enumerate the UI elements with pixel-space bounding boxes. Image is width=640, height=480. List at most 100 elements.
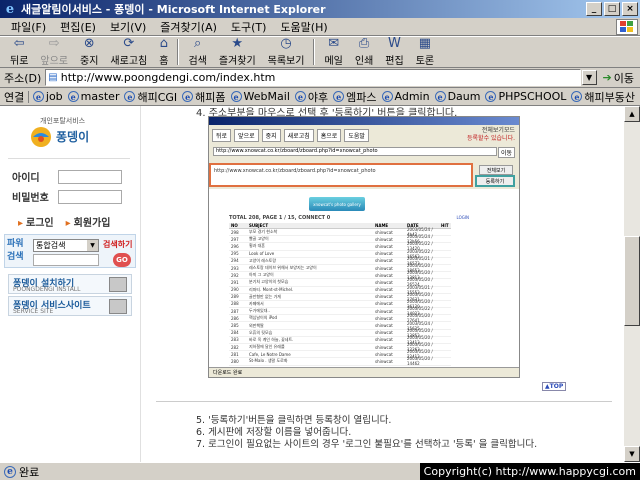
menu-tools[interactable]: 도구(T) — [224, 19, 274, 35]
history-button[interactable]: ◷ 목록보기 — [262, 36, 311, 68]
toolbar-separator — [177, 39, 180, 65]
window-title: 새글알림이서비스 - 퐁뎅이 - Microsoft Internet Expl… — [21, 3, 326, 16]
address-url: http://www.poongdengi.com/index.htm — [60, 71, 276, 84]
link-happyform[interactable]: e 해피폼 — [182, 89, 226, 105]
home-button[interactable]: ⌂ 홈 — [153, 36, 174, 68]
password-input[interactable] — [58, 189, 122, 204]
ie-page-icon: e — [32, 91, 44, 102]
page-viewport: 4. 주소부분을 마우스로 선택 후 '등록하기' 버튼을 클릭합니다. 개인포… — [0, 106, 624, 462]
minimize-button[interactable]: _ — [586, 2, 602, 16]
menu-file[interactable]: 파일(F) — [4, 19, 53, 35]
menu-favorites[interactable]: 즐겨찾기(A) — [153, 19, 224, 35]
link-happy-realestate[interactable]: e 해피부동산 — [571, 89, 635, 105]
join-button[interactable]: ▸ 회원가입 — [66, 214, 111, 229]
logo-text: 퐁뎅이 — [56, 130, 90, 144]
arrow-right-icon: ▸ — [18, 218, 24, 229]
table-row: 280 St-Malo . 생말 도로화 shinwcat 2003/05/20 / … — [229, 356, 451, 366]
menu-edit[interactable]: 편집(E) — [53, 19, 103, 35]
logo-mark-icon — [31, 127, 51, 147]
password-label: 비밀번호 — [12, 193, 49, 204]
back-button[interactable]: ⇦ 뒤로 — [4, 36, 34, 68]
back-arrow-icon: ⇦ — [13, 36, 25, 51]
windows-logo-icon — [616, 19, 638, 35]
forward-button[interactable]: ⇨ 앞으로 — [34, 36, 74, 68]
arrow-right-icon: ▸ — [65, 218, 71, 229]
menu-view[interactable]: 보기(V) — [103, 19, 153, 35]
address-bar: 주소(D) ▤ http://www.poongdengi.com/index.… — [0, 68, 640, 88]
favorites-button[interactable]: ★ 즐겨찾기 — [213, 37, 262, 68]
computer-icon — [109, 277, 127, 292]
left-panel: 개인포탈서비스 퐁뎅이 아이디 비밀번호 ▸ 로그인 ▸ 회원가입 파워검색 통합검… — [0, 106, 140, 462]
ie-page-icon: e — [230, 91, 242, 102]
search-button[interactable]: ⌕ 검색 — [182, 36, 212, 68]
scroll-up-button[interactable]: ▲ — [624, 106, 640, 122]
ie-page-icon: e — [4, 465, 16, 478]
link-daum[interactable]: e Daum — [434, 90, 480, 103]
history-icon: ◷ — [280, 36, 292, 51]
link-yahoo[interactable]: e 야후 — [294, 89, 328, 105]
ie-page-icon: e — [333, 91, 345, 102]
link-admin[interactable]: e Admin — [381, 90, 430, 103]
mail-button[interactable]: ✉ 메일 — [318, 36, 348, 68]
ie-page-icon: e — [381, 91, 393, 102]
id-input[interactable] — [58, 169, 122, 184]
home-icon: ⌂ — [159, 36, 168, 51]
standard-toolbar: ⇦ 뒤로 ⇨ 앞으로 ⊗ 중지 ⟳ 새로고침 ⌂ 홈 ⌕ 검색 ★ 즐겨찾기 ◷ 목록보기 ✉ 메… — [0, 36, 640, 68]
install-banner[interactable]: 퐁뎅이 설치하기 POONGDENGI INSTALL — [8, 274, 132, 294]
tutorial-screenshot: 뒤로 앞으로 중지 새로고침 홈으로 도움말 전체보기모드 등록할수 있습니다.… — [208, 116, 520, 378]
mail-icon: ✉ — [328, 36, 340, 51]
instruction-step-7: 7. 로그인이 필요없는 사이트의 경우 '로그인 불필요'를 선택하고 '등록… — [196, 439, 538, 450]
highlighted-address-area: http://www.xnowcat.co.kr/zboard/zboard.p… — [209, 163, 473, 187]
login-button[interactable]: ▸ 로그인 — [18, 214, 54, 229]
copyright-overlay: Copyright(c) http://www.happycgi.com — [419, 463, 640, 480]
print-button[interactable]: ⎙ 인쇄 — [349, 36, 379, 68]
power-search-input[interactable] — [33, 254, 99, 266]
search-icon: ⌕ — [194, 36, 202, 51]
maximize-button[interactable]: □ — [604, 2, 620, 16]
links-bar: 연결 e job e master e 해피CGI e 해피폼 e WebMail e 야후… — [0, 88, 640, 106]
search-help-link[interactable]: 검색하기 — [103, 239, 132, 250]
forward-arrow-icon: ⇨ — [48, 36, 60, 51]
go-button[interactable]: ➔ 이동 — [597, 70, 640, 86]
ie-page-icon: e — [182, 91, 194, 102]
ie-page-icon: e — [294, 91, 306, 102]
vertical-scrollbar[interactable]: ▲ ▼ — [624, 106, 640, 462]
scroll-down-button[interactable]: ▼ — [624, 446, 640, 462]
links-label: 연결 — [4, 90, 25, 104]
link-happycgi[interactable]: e 해피CGI — [124, 89, 177, 105]
page-icon: ▤ — [48, 72, 58, 83]
print-icon: ⎙ — [358, 36, 370, 51]
logo-tagline: 개인포탈서비스 — [40, 117, 86, 125]
search-go-button[interactable]: GO — [113, 253, 131, 267]
highlighted-register-button: 등록하기 — [475, 175, 515, 187]
menu-help[interactable]: 도움말(H) — [273, 19, 334, 35]
top-button[interactable]: ▲TOP — [542, 382, 567, 391]
toolbar-separator — [313, 39, 316, 65]
power-search-box: 파워검색 통합검색 ▼ 검색하기 GO — [4, 234, 136, 268]
refresh-button[interactable]: ⟳ 새로고침 — [104, 36, 153, 68]
address-input[interactable]: ▤ http://www.poongdengi.com/index.htm — [45, 69, 581, 86]
board-table: NO SUBJECT NAME DATE HIT 298 부모 경기 현소착 shi… — [229, 223, 451, 366]
ie-page-icon: e — [67, 91, 79, 102]
discuss-icon: ▦ — [418, 36, 432, 51]
scroll-thumb[interactable] — [624, 236, 640, 326]
discuss-button[interactable]: ▦ 토론 — [410, 36, 440, 68]
computer-icon — [109, 299, 127, 314]
search-scope-select[interactable]: 통합검색 ▼ — [33, 239, 99, 252]
go-arrow-icon: ➔ — [602, 71, 612, 84]
link-job[interactable]: e job — [32, 90, 63, 103]
stop-button[interactable]: ⊗ 중지 — [74, 37, 104, 68]
address-dropdown-button[interactable]: ▼ — [581, 70, 597, 85]
link-webmail[interactable]: e WebMail — [230, 90, 290, 103]
link-empas[interactable]: e 엠파스 — [333, 89, 377, 105]
close-button[interactable]: × — [622, 2, 638, 16]
link-master[interactable]: e master — [67, 90, 119, 103]
service-site-banner[interactable]: 퐁뎅이 서비스사이트 SERVICE SITE — [8, 296, 132, 316]
ie-icon: e — [5, 1, 15, 17]
word-icon: W — [388, 36, 401, 51]
id-label: 아이디 — [12, 173, 40, 184]
refresh-icon: ⟳ — [123, 36, 135, 51]
site-logo[interactable]: 개인포탈서비스 퐁뎅이 — [10, 114, 132, 154]
link-phpschool[interactable]: e PHPSCHOOL — [485, 90, 566, 103]
edit-button[interactable]: W 편집 — [379, 36, 409, 68]
